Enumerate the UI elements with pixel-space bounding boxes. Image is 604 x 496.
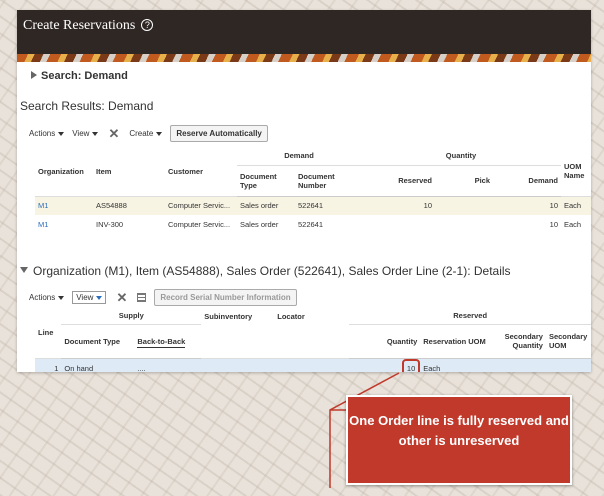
caret-down-icon — [58, 131, 65, 136]
cell-subinventory — [201, 357, 275, 372]
search-label: Search: Demand — [41, 70, 128, 82]
actions-label: Actions — [29, 293, 56, 302]
callout-box: One Order line is fully reserved and oth… — [346, 395, 572, 485]
view-dropdown[interactable]: View — [72, 291, 107, 304]
results-title: Search Results: Demand — [20, 99, 154, 113]
search-demand-toggle[interactable]: Search: Demand — [31, 70, 128, 82]
col-uom-name[interactable]: UOM Name — [561, 147, 591, 197]
caret-down-icon — [96, 295, 103, 300]
close-icon[interactable]: ✕ — [108, 126, 119, 142]
cell-back-to-back: .... — [134, 357, 202, 372]
col-back-to-back[interactable]: Back-to-Back — [134, 324, 202, 359]
create-menu[interactable]: Create — [129, 129, 163, 138]
page-title: Create Reservations — [23, 18, 136, 33]
cell-reserved — [361, 215, 435, 234]
reserve-automatically-button[interactable]: Reserve Automatically — [170, 125, 268, 142]
group-demand: Demand — [237, 147, 361, 166]
demand-results-table: Organization Item Customer Demand Quanti… — [35, 147, 591, 234]
col-customer[interactable]: Customer — [165, 147, 237, 197]
cell-document-type: On hand — [61, 357, 135, 372]
view-label: View — [76, 293, 94, 302]
cell-reserved: 10 — [361, 196, 435, 215]
col-document-type[interactable]: Document Type — [61, 324, 135, 359]
cell-customer: Computer Servic... — [165, 196, 237, 215]
caret-down-icon — [92, 131, 99, 136]
actions-menu[interactable]: Actions — [29, 293, 65, 302]
cell-uom: Each — [564, 220, 582, 229]
cell-demand: 10 — [549, 220, 558, 229]
view-menu[interactable]: View — [72, 129, 99, 138]
group-supply: Supply — [61, 308, 202, 325]
reservations-window: Create Reservations? Search: Demand Sear… — [17, 10, 591, 372]
page-header: Create Reservations? — [17, 10, 591, 62]
view-label: View — [72, 129, 90, 138]
cell-reservation-uom: Each — [420, 357, 498, 372]
organization-link[interactable]: M1 — [35, 196, 93, 215]
cell-uom: Each — [561, 196, 591, 215]
col-reserved[interactable]: Reserved — [361, 165, 435, 197]
supply-details-table: Line Supply Subinventory Locator Reserve… — [35, 308, 591, 372]
table-row[interactable]: M1 AS54888 Computer Servic... Sales orde… — [35, 196, 591, 215]
col-pick[interactable]: Pick — [435, 165, 493, 197]
cell-document-number: 522641 — [298, 220, 324, 229]
table-row[interactable]: M1 INV-300 Computer Servic... Sales orde… — [35, 215, 591, 234]
header-banner — [17, 54, 591, 62]
cell-line: 1 — [35, 357, 62, 372]
collapse-triangle-icon — [20, 267, 28, 273]
cell-document-type: Sales order — [237, 196, 295, 215]
help-icon[interactable]: ? — [141, 19, 154, 31]
col-organization[interactable]: Organization — [35, 147, 93, 197]
details-title[interactable]: Organization (M1), Item (AS54888), Sales… — [20, 264, 511, 278]
col-secondary-uom[interactable]: Secondary UOM — [545, 324, 591, 359]
cell-document-number: 522641 — [295, 196, 361, 215]
cell-secondary-uom — [545, 357, 591, 372]
details-title-text: Organization (M1), Item (AS54888), Sales… — [33, 264, 511, 278]
col-quantity[interactable]: Quantity — [349, 324, 421, 359]
record-serial-number-button[interactable]: Record Serial Number Information — [154, 289, 297, 306]
cell-item: INV-300 — [96, 220, 124, 229]
cell-item: AS54888 — [93, 196, 165, 215]
col-document-type[interactable]: Document Type — [237, 165, 295, 197]
actions-label: Actions — [29, 129, 56, 138]
col-reservation-uom[interactable]: Reservation UOM — [420, 324, 498, 359]
col-secondary-quantity[interactable]: Secondary Quantity — [497, 324, 546, 359]
results-toolbar: Actions View ✕ Create Reserve Automatica… — [29, 125, 268, 142]
cell-quantity: 10 — [349, 357, 421, 372]
organization-link[interactable]: M1 — [35, 215, 93, 234]
col-item[interactable]: Item — [93, 147, 165, 197]
cell-pick — [435, 196, 493, 215]
caret-down-icon — [156, 131, 163, 136]
expand-triangle-icon — [31, 71, 37, 79]
details-toolbar: Actions View ✕ Record Serial Number Info… — [29, 289, 297, 306]
close-icon[interactable]: ✕ — [116, 290, 127, 306]
quantity-highlight: 10 — [401, 358, 421, 372]
table-row[interactable]: 1 On hand .... 10 Each — [35, 357, 591, 372]
col-demand[interactable]: Demand — [493, 165, 561, 197]
back-to-back-label: Back-to-Back — [137, 336, 186, 348]
create-label: Create — [129, 129, 154, 138]
col-line[interactable]: Line — [35, 308, 62, 359]
cell-document-type: Sales order — [240, 220, 279, 229]
group-quantity: Quantity — [361, 147, 561, 166]
col-document-number[interactable]: Document Number — [295, 165, 361, 197]
export-grid-icon[interactable] — [137, 293, 147, 302]
col-subinventory[interactable]: Subinventory — [201, 308, 275, 359]
group-reserved: Reserved — [349, 308, 591, 325]
actions-menu[interactable]: Actions — [29, 129, 65, 138]
caret-down-icon — [58, 295, 65, 300]
cell-pick — [435, 215, 493, 234]
cell-locator — [274, 357, 350, 372]
cell-customer: Computer Servic... — [168, 220, 231, 229]
col-locator[interactable]: Locator — [274, 308, 350, 359]
cell-secondary-quantity — [497, 357, 546, 372]
cell-demand: 10 — [493, 196, 561, 215]
